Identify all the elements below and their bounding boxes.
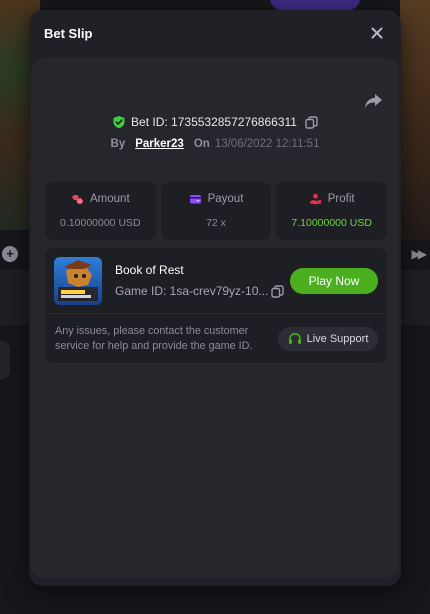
background-add-icon: + <box>2 246 18 262</box>
amount-value: 0.10000000 USD <box>60 217 141 229</box>
background-banner-right <box>400 0 430 240</box>
profit-stat: Profit 7.10000000 USD <box>276 182 388 240</box>
bet-id-text: Bet ID: 1735532857276866311 <box>131 115 297 129</box>
divider <box>45 313 387 314</box>
on-label: On <box>193 138 210 150</box>
profit-value: 7.10000000 USD <box>291 217 372 229</box>
bet-card: Bet ID: 1735532857276866311 By Parker23 … <box>31 58 399 578</box>
bet-slip-modal: Bet Slip Bet ID: 1735532857276866311 By … <box>29 10 401 586</box>
stats-row: Amount 0.10000000 USD Payout 72 x Profit… <box>45 182 388 240</box>
live-support-label: Live Support <box>306 333 369 345</box>
copy-icon[interactable] <box>271 284 285 298</box>
profit-icon <box>309 193 321 205</box>
background-pill <box>270 0 360 10</box>
payout-header: Payout <box>161 193 272 205</box>
user-link[interactable]: Parker23 <box>135 138 184 150</box>
close-icon <box>371 27 383 39</box>
modal-header: Bet Slip <box>29 10 401 58</box>
live-support-button[interactable]: Live Support <box>278 327 378 351</box>
headset-icon <box>288 332 301 344</box>
background-shape <box>0 340 10 380</box>
share-icon <box>365 94 382 108</box>
shield-check-icon <box>113 116 125 129</box>
close-button[interactable] <box>369 25 385 41</box>
help-text: Any issues, please contact the customer … <box>55 325 253 352</box>
bet-id-row: Bet ID: 1735532857276866311 <box>31 115 399 129</box>
play-now-button[interactable]: Play Now <box>290 268 378 294</box>
game-thumbnail-art <box>54 257 102 305</box>
profit-label: Profit <box>327 193 355 205</box>
payout-icon <box>189 195 201 204</box>
share-button[interactable] <box>363 92 383 110</box>
background-fast-forward-icon: ▶▶ <box>411 247 428 261</box>
by-row: By Parker23 On 13/06/2022 12:11:51 <box>31 138 399 150</box>
payout-value: 72 x <box>206 217 226 229</box>
amount-stat: Amount 0.10000000 USD <box>45 182 156 240</box>
game-id-text: Game ID: 1sa-crev79yz-10... <box>115 284 269 298</box>
amount-label: Amount <box>90 193 130 205</box>
payout-label: Payout <box>207 193 244 205</box>
game-box: Book of Rest Game ID: 1sa-crev79yz-10...… <box>45 248 387 363</box>
game-id-row: Game ID: 1sa-crev79yz-10... <box>115 284 285 298</box>
modal-title: Bet Slip <box>44 26 93 41</box>
profit-header: Profit <box>276 193 387 205</box>
amount-header: Amount <box>45 193 156 205</box>
game-name: Book of Rest <box>115 263 184 277</box>
amount-icon <box>72 195 84 204</box>
payout-stat: Payout 72 x <box>160 182 272 240</box>
by-label: By <box>110 138 126 150</box>
game-thumbnail[interactable] <box>54 257 102 305</box>
bet-date: 13/06/2022 12:11:51 <box>214 138 320 150</box>
copy-icon[interactable] <box>305 115 318 129</box>
